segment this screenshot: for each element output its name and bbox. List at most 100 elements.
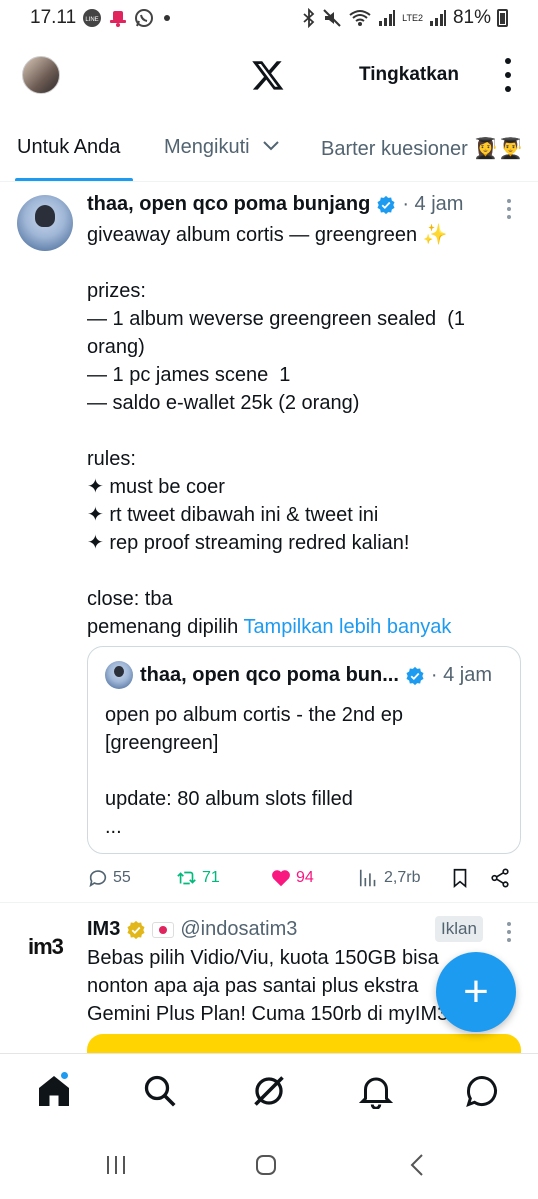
im3-logo[interactable]: im3 — [28, 934, 64, 960]
tweet-last-text: pemenang dipilih — [87, 616, 239, 638]
tweet-line — [87, 417, 517, 445]
quoted-line: update: 80 album slots filled — [105, 788, 353, 810]
status-bar: 17.11 LINE LTE2 81% — [0, 0, 538, 36]
signal-icon — [378, 8, 396, 28]
tweet-line: — 1 album weverse greengreen sealed (1 — [87, 308, 465, 330]
system-navigation — [0, 1127, 538, 1199]
tweet-header: thaa, open qco poma bunjang · 4 jam — [87, 193, 463, 216]
tweet-line: ✦ must be coer — [87, 476, 225, 498]
wifi-icon — [348, 8, 372, 28]
tweet-line — [87, 557, 517, 585]
x-logo-icon[interactable] — [251, 58, 285, 92]
tweet-time: · 4 jam — [402, 193, 464, 215]
ad-more-icon[interactable] — [506, 922, 512, 942]
ad-handle: @indosatim3 — [180, 918, 298, 940]
share-icon — [491, 868, 509, 888]
quoted-author-name: thaa, open qco poma bun... — [140, 664, 399, 686]
app-bar: Tingkatkan — [0, 48, 538, 104]
tweet-line: prizes: — [87, 280, 146, 302]
quoted-tweet-body: open po album cortis - the 2nd ep [green… — [105, 701, 505, 841]
tab-barter-kuesioner[interactable]: Barter kuesioner 👩‍🎓👨‍🎓 — [321, 136, 523, 161]
heart-icon — [272, 870, 290, 887]
quoted-line: [greengreen] — [105, 732, 219, 754]
tab-label: Barter kuesioner 👩‍🎓👨‍🎓 — [321, 138, 524, 160]
status-time: 17.11 — [30, 7, 77, 28]
battery-percent: 81% — [452, 7, 491, 28]
tweet-more-icon[interactable] — [506, 199, 512, 219]
tweet-body: giveaway album cortis — greengreen ✨ pri… — [87, 221, 517, 641]
active-tab-indicator — [15, 178, 133, 181]
share-button[interactable] — [489, 867, 511, 889]
battery-icon — [497, 9, 508, 27]
reply-icon — [89, 870, 107, 888]
quoted-tweet[interactable]: thaa, open qco poma bun... · 4 jam open … — [87, 646, 521, 854]
quoted-tweet-time: · 4 jam — [430, 664, 493, 686]
tab-following[interactable]: Mengikuti — [164, 136, 279, 159]
tweet-line: ✦ rep proof streaming redred kalian! — [87, 532, 410, 554]
views-button[interactable]: 2,7rb — [358, 867, 420, 889]
gold-verified-badge-icon — [127, 920, 145, 939]
whatsapp-icon — [134, 8, 154, 28]
bookmark-icon — [453, 868, 467, 889]
show-more-link[interactable]: Tampilkan lebih banyak — [243, 616, 451, 638]
compose-button[interactable]: + — [436, 952, 516, 1032]
tab-for-you[interactable]: Untuk Anda — [17, 136, 120, 159]
quoted-tweet-header: thaa, open qco poma bun... · 4 jam — [140, 664, 492, 687]
tweet-line: orang) — [87, 336, 145, 358]
bottom-navigation — [0, 1055, 538, 1127]
mute-icon — [322, 8, 342, 28]
line-icon: LINE — [82, 8, 102, 28]
bluetooth-icon — [302, 8, 316, 28]
verified-badge-icon — [406, 666, 424, 685]
bookmark-button[interactable] — [449, 867, 471, 889]
quoted-line — [105, 757, 505, 785]
retweet-icon — [177, 871, 196, 885]
reply-count: 55 — [113, 869, 131, 886]
recent-apps-icon[interactable] — [104, 1153, 128, 1177]
hat-icon — [108, 8, 128, 28]
tweet-line — [87, 249, 517, 277]
chevron-down-icon — [263, 138, 279, 156]
tweet-line: — 1 pc james scene 1 — [87, 364, 291, 386]
notification-dot-icon — [164, 15, 171, 21]
upgrade-button[interactable]: Tingkatkan — [359, 64, 459, 86]
messages-icon[interactable] — [464, 1073, 500, 1109]
signal-2-icon — [429, 8, 447, 28]
network-label: LTE2 — [402, 12, 423, 23]
notifications-icon[interactable] — [358, 1073, 394, 1109]
timeline-tabs: Untuk Anda Mengikuti Barter kuesioner 👩‍… — [0, 118, 538, 182]
svg-text:LINE: LINE — [85, 17, 98, 23]
plus-icon: + — [463, 967, 489, 1016]
views-count: 2,7rb — [384, 869, 421, 886]
verified-badge-icon — [377, 195, 395, 214]
grok-icon[interactable] — [251, 1073, 287, 1109]
tweet-line: close: tba — [87, 588, 173, 610]
tweet-line: — saldo e-wallet 25k (2 orang) — [87, 392, 360, 414]
reply-button[interactable]: 55 — [87, 867, 131, 889]
home-unread-dot — [60, 1071, 69, 1080]
ad-author-name[interactable]: IM3 — [87, 918, 120, 941]
like-button[interactable]: 94 — [270, 867, 314, 889]
back-icon[interactable] — [406, 1153, 430, 1177]
like-count: 94 — [296, 869, 314, 886]
author-name[interactable]: thaa, open qco poma bunjang — [87, 193, 370, 216]
tab-label: Untuk Anda — [17, 136, 121, 158]
tweet[interactable]: thaa, open qco poma bunjang · 4 jam give… — [0, 183, 538, 903]
ad-media[interactable] — [87, 1034, 521, 1053]
author-avatar[interactable] — [17, 195, 73, 251]
more-options-icon[interactable] — [496, 58, 520, 92]
quoted-line: ... — [105, 816, 122, 838]
tab-label: Mengikuti — [164, 136, 250, 158]
home-system-icon[interactable] — [254, 1153, 278, 1177]
quoted-author-avatar — [105, 661, 133, 689]
ad-header: IM3 @indosatim3 — [87, 918, 297, 941]
account-avatar[interactable] — [22, 56, 60, 94]
tweet-line: giveaway album cortis — greengreen ✨ — [87, 224, 448, 246]
affiliate-icon — [152, 921, 175, 938]
tweet-actions: 55 71 94 2,7rb — [87, 865, 527, 895]
quoted-line: open po album cortis - the 2nd ep — [105, 704, 403, 726]
views-icon — [359, 869, 376, 887]
tweet-line: ✦ rt tweet dibawah ini & tweet ini — [87, 504, 379, 526]
search-icon[interactable] — [142, 1073, 178, 1109]
retweet-button[interactable]: 71 — [176, 867, 220, 889]
